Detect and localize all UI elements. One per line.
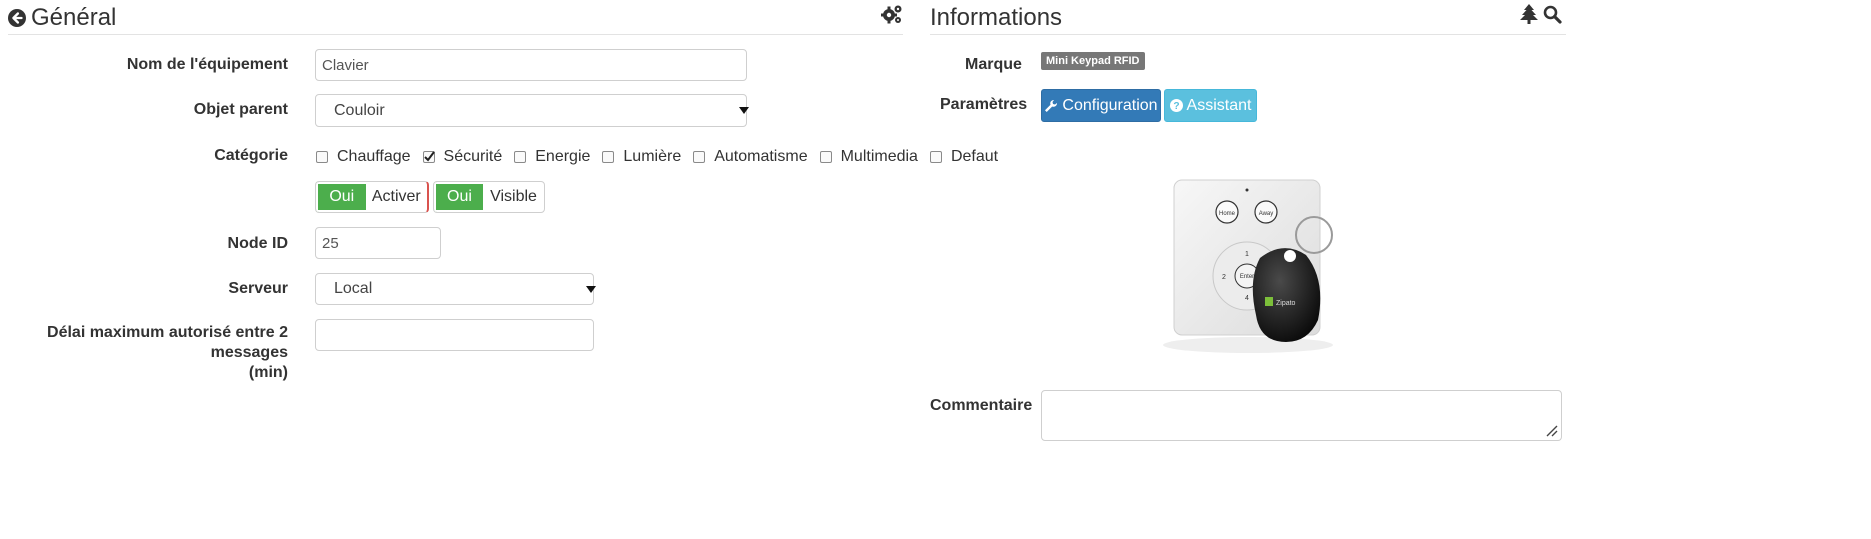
- parent-select[interactable]: Couloir: [315, 94, 749, 127]
- product-image: Home Away 1 2 Enter 4 Zipato: [1163, 179, 1333, 353]
- activate-toggle[interactable]: Oui Activer: [315, 181, 429, 213]
- checkbox-checked[interactable]: [422, 151, 435, 163]
- keypad-2-label: 2: [1222, 274, 1226, 281]
- category-securite[interactable]: Sécurité: [422, 148, 503, 166]
- gears-icon[interactable]: [881, 4, 903, 24]
- parent-label: Objet parent: [193, 101, 288, 118]
- checkbox[interactable]: [316, 151, 328, 163]
- keypad-home-label: Home: [1219, 211, 1236, 217]
- tree-icon[interactable]: [1520, 4, 1538, 24]
- server-select-value: Local: [334, 280, 373, 297]
- category-defaut[interactable]: Defaut: [929, 148, 999, 166]
- keypad-enter-label: Enter: [1240, 274, 1254, 280]
- general-title: Général: [8, 4, 116, 32]
- delay-label-line1: Délai maximum autorisé entre 2 messages: [47, 324, 288, 361]
- configuration-label: Configuration: [1062, 96, 1158, 114]
- question-circle-icon: ?: [1169, 99, 1183, 112]
- category-multimedia-label: Multimedia: [840, 148, 918, 165]
- category-label: Catégorie: [214, 147, 288, 164]
- category-automatisme[interactable]: Automatisme: [693, 148, 808, 166]
- comment-label: Commentaire: [930, 397, 1033, 414]
- server-select[interactable]: Local: [315, 273, 596, 305]
- parent-select-value: Couloir: [334, 101, 385, 119]
- svg-text:?: ?: [1173, 101, 1179, 112]
- informations-divider: [930, 34, 1566, 35]
- delay-input[interactable]: [315, 319, 594, 351]
- category-multimedia[interactable]: Multimedia: [819, 148, 918, 166]
- visible-label[interactable]: Visible: [483, 182, 544, 212]
- assistant-label: Assistant: [1186, 96, 1252, 114]
- general-divider: [8, 34, 903, 35]
- wrench-icon: [1045, 99, 1058, 112]
- configuration-button[interactable]: Configuration: [1041, 89, 1161, 122]
- visible-on[interactable]: Oui: [434, 182, 483, 212]
- informations-title: Informations: [930, 4, 1063, 31]
- brand-badge: Mini Keypad RFID: [1041, 52, 1145, 70]
- node-id-label: Node ID: [227, 235, 288, 252]
- category-chauffage[interactable]: Chauffage: [316, 148, 411, 166]
- category-lumiere-label: Lumière: [623, 148, 682, 165]
- category-automatisme-label: Automatisme: [714, 148, 808, 165]
- keypad-away-label: Away: [1259, 211, 1274, 217]
- category-energie[interactable]: Energie: [514, 148, 590, 166]
- resize-handle-icon[interactable]: [1544, 423, 1558, 437]
- checkbox[interactable]: [602, 151, 615, 163]
- category-securite-label: Sécurité: [443, 148, 503, 165]
- activate-on[interactable]: Oui: [316, 182, 366, 212]
- category-chauffage-label: Chauffage: [337, 148, 411, 165]
- checkbox[interactable]: [929, 151, 942, 163]
- category-energie-label: Energie: [535, 148, 591, 165]
- name-label: Nom de l'équipement: [126, 56, 288, 73]
- brand-label: Marque: [965, 56, 1022, 73]
- visible-toggle[interactable]: Oui Visible: [433, 181, 545, 213]
- search-icon[interactable]: [1543, 5, 1562, 24]
- checkbox[interactable]: [693, 151, 706, 163]
- category-lumiere[interactable]: Lumière: [602, 148, 681, 166]
- keyfob-brand-label: Zipato: [1276, 300, 1296, 307]
- category-defaut-label: Defaut: [950, 148, 999, 165]
- category-checkboxes: Chauffage Sécurité Energie Lumière Autom…: [316, 148, 1010, 166]
- name-input[interactable]: Clavier: [315, 49, 747, 81]
- delay-label-line2: (min): [248, 364, 288, 381]
- node-id-input[interactable]: 25: [315, 227, 441, 259]
- keypad-1-label: 1: [1245, 251, 1249, 258]
- delay-label: Délai maximum autorisé entre 2 messages …: [8, 323, 288, 383]
- back-circle-icon[interactable]: [8, 9, 26, 27]
- checkbox[interactable]: [819, 151, 832, 163]
- checkbox[interactable]: [514, 151, 527, 163]
- general-title-text: Général: [31, 4, 117, 31]
- assistant-button[interactable]: ? Assistant: [1164, 89, 1257, 122]
- keypad-4-label: 4: [1245, 295, 1249, 302]
- activate-label[interactable]: Activer: [366, 182, 427, 212]
- comment-textarea[interactable]: [1041, 390, 1562, 441]
- params-label: Paramètres: [940, 96, 1028, 113]
- server-label: Serveur: [228, 280, 288, 297]
